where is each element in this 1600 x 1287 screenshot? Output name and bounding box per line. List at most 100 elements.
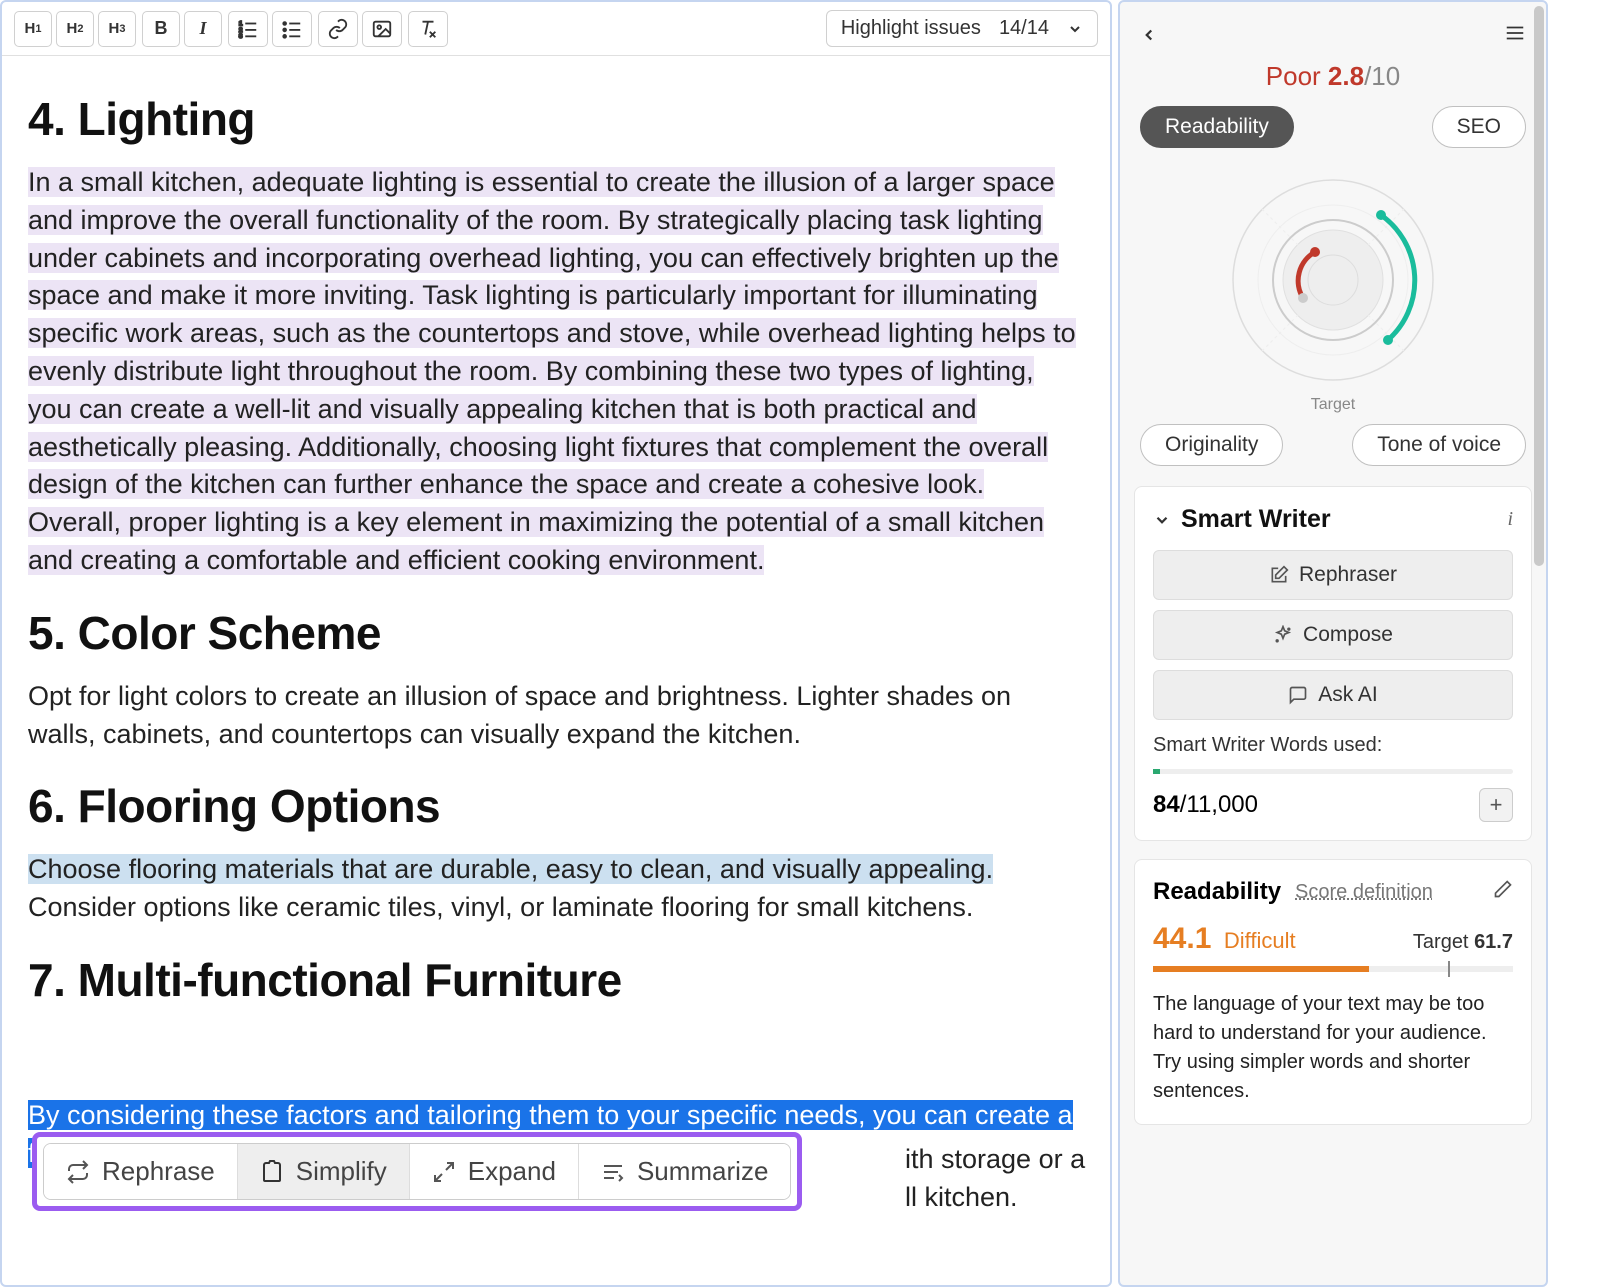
rephrase-label: Rephrase <box>102 1156 215 1187</box>
editor-pane: H1 H2 H3 B I 123 <box>0 0 1112 1287</box>
h-label: H <box>67 20 78 37</box>
summarize-button[interactable]: Summarize <box>579 1144 790 1199</box>
section-6-heading: 6. Flooring Options <box>28 779 1084 833</box>
compose-icon <box>1273 625 1293 645</box>
highlight-issues-dropdown[interactable]: Highlight issues 14/14 <box>826 10 1098 47</box>
chip-row-bottom: Originality Tone of voice <box>1120 414 1546 486</box>
score-max: /10 <box>1364 61 1400 91</box>
italic-button[interactable]: I <box>184 11 222 47</box>
editor-body[interactable]: 4. Lighting In a small kitchen, adequate… <box>2 56 1110 1285</box>
section-4-heading: 4. Lighting <box>28 92 1084 146</box>
h-sub: 3 <box>119 23 125 35</box>
link-icon <box>327 18 349 40</box>
ai-toolbar: Rephrase Simplify Expand Summarize <box>43 1143 791 1200</box>
h-label: H <box>25 20 36 37</box>
ask-ai-button[interactable]: Ask AI <box>1153 670 1513 720</box>
rephraser-label: Rephraser <box>1299 563 1397 587</box>
image-icon <box>371 18 393 40</box>
readability-highlight: In a small kitchen, adequate lighting is… <box>28 167 1076 575</box>
section-7-heading: 7. Multi-functional Furniture <box>28 953 1084 1007</box>
link-button[interactable] <box>318 11 358 47</box>
simplify-icon <box>260 1160 284 1184</box>
readability-description: The language of your text may be too har… <box>1153 990 1513 1106</box>
smart-writer-panel: Smart Writer i Rephraser Compose Ask AI … <box>1134 486 1532 841</box>
back-button[interactable] <box>1140 20 1158 51</box>
bold-label: B <box>155 18 168 39</box>
italic-label: I <box>199 18 206 39</box>
bullet-list-icon <box>281 18 303 40</box>
chip-seo[interactable]: SEO <box>1432 106 1526 148</box>
compose-label: Compose <box>1303 623 1393 647</box>
menu-button[interactable] <box>1504 20 1526 51</box>
score-definition-link[interactable]: Score definition <box>1295 881 1433 904</box>
readability-title: Readability <box>1153 878 1281 906</box>
add-words-button[interactable]: + <box>1479 788 1513 822</box>
chip-originality[interactable]: Originality <box>1140 424 1283 466</box>
h2-button[interactable]: H2 <box>56 11 94 47</box>
score-label: Poor <box>1266 61 1321 91</box>
h3-button[interactable]: H3 <box>98 11 136 47</box>
readability-difficulty: Difficult <box>1224 928 1296 953</box>
rephrase-button[interactable]: Rephrase <box>44 1144 238 1199</box>
section-5-paragraph: Opt for light colors to create an illusi… <box>28 678 1084 754</box>
radar-chart <box>1120 154 1546 402</box>
scrollbar[interactable] <box>1534 6 1544 566</box>
chip-readability[interactable]: Readability <box>1140 106 1294 148</box>
words-used-count: 84/11,000 <box>1153 791 1258 819</box>
clear-format-icon <box>417 18 439 40</box>
rephraser-icon <box>1269 565 1289 585</box>
editor-toolbar: H1 H2 H3 B I 123 <box>2 2 1110 56</box>
edit-button[interactable] <box>1493 879 1513 905</box>
overall-score: Poor 2.8/10 <box>1120 61 1546 92</box>
ai-toolbar-highlight-box: Rephrase Simplify Expand Summarize <box>32 1132 802 1211</box>
menu-icon <box>1504 22 1526 44</box>
score-value: 2.8 <box>1328 61 1364 91</box>
h1-button[interactable]: H1 <box>14 11 52 47</box>
section-5-heading: 5. Color Scheme <box>28 606 1084 660</box>
unordered-list-button[interactable] <box>272 11 312 47</box>
chevron-down-icon <box>1067 21 1083 37</box>
readability-score: 44.1 <box>1153 922 1211 955</box>
svg-text:3: 3 <box>239 33 243 40</box>
expand-label: Expand <box>468 1156 556 1187</box>
compose-button[interactable]: Compose <box>1153 610 1513 660</box>
side-panel: Poor 2.8/10 Readability SEO <box>1118 0 1548 1287</box>
readability-bar <box>1153 966 1513 972</box>
info-icon[interactable]: i <box>1507 508 1513 531</box>
summarize-label: Summarize <box>637 1156 768 1187</box>
expand-icon <box>432 1160 456 1184</box>
highlight-label: Highlight issues <box>841 17 981 40</box>
h-label: H <box>109 20 120 37</box>
section-6-paragraph: Choose flooring materials that are durab… <box>28 851 1084 927</box>
readability-target: Target 61.7 <box>1413 931 1513 954</box>
chip-tone[interactable]: Tone of voice <box>1352 424 1526 466</box>
bold-button[interactable]: B <box>142 11 180 47</box>
chevron-down-icon[interactable] <box>1153 511 1171 529</box>
image-button[interactable] <box>362 11 402 47</box>
text-span: Consider options like ceramic tiles, vin… <box>28 892 973 922</box>
chip-row-top: Readability SEO <box>1120 106 1546 148</box>
target-label: Target <box>1120 396 1546 414</box>
h-sub: 2 <box>77 23 83 35</box>
expand-button[interactable]: Expand <box>410 1144 579 1199</box>
obscured-text: ith storage or a ll kitchen. <box>905 1141 1085 1217</box>
chevron-left-icon <box>1140 26 1158 44</box>
seo-highlight: Choose flooring materials that are durab… <box>28 854 993 884</box>
summarize-icon <box>601 1160 625 1184</box>
side-header <box>1120 2 1546 61</box>
clear-format-button[interactable] <box>408 11 448 47</box>
chat-icon <box>1288 685 1308 705</box>
issue-count: 14/14 <box>999 17 1049 40</box>
h-sub: 1 <box>35 23 41 35</box>
ask-ai-label: Ask AI <box>1318 683 1378 707</box>
simplify-button[interactable]: Simplify <box>238 1144 410 1199</box>
rephraser-button[interactable]: Rephraser <box>1153 550 1513 600</box>
words-used-label: Smart Writer Words used: <box>1153 734 1513 757</box>
words-used-bar <box>1153 769 1513 774</box>
pencil-icon <box>1493 879 1513 899</box>
text-fragment: ll kitchen. <box>905 1179 1085 1217</box>
simplify-label: Simplify <box>296 1156 387 1187</box>
readability-panel: Readability Score definition 44.1 Diffic… <box>1134 859 1532 1125</box>
ordered-list-button[interactable]: 123 <box>228 11 268 47</box>
rephrase-icon <box>66 1160 90 1184</box>
